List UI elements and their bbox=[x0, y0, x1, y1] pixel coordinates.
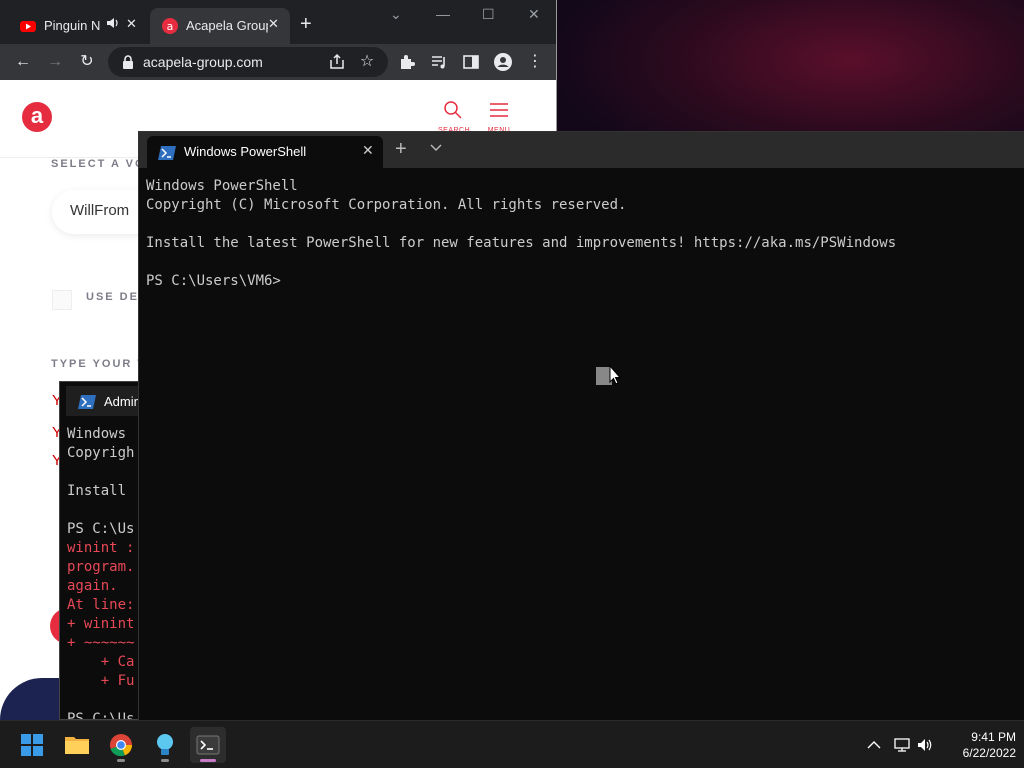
powershell-icon bbox=[158, 146, 176, 160]
clock-date: 6/22/2022 bbox=[962, 746, 1016, 760]
admin-terminal-line: program. bbox=[67, 559, 135, 575]
network-icon[interactable] bbox=[892, 735, 912, 755]
chevron-down-icon[interactable] bbox=[429, 141, 443, 155]
terminal-line: Windows PowerShell bbox=[146, 178, 298, 194]
extensions-icon[interactable] bbox=[396, 51, 418, 73]
terminal-line: Install the latest PowerShell for new fe… bbox=[146, 235, 897, 251]
new-tab-button[interactable]: + bbox=[300, 14, 312, 34]
terminal-line: PS C:\Users\VM6> bbox=[146, 273, 281, 289]
tab-search-icon[interactable]: ⌄ bbox=[390, 6, 402, 23]
select-voice-label: SELECT A VO bbox=[51, 158, 146, 170]
tab-title: Pinguin N bbox=[44, 18, 101, 33]
side-panel-icon[interactable] bbox=[460, 51, 482, 73]
speaker-icon[interactable] bbox=[106, 16, 120, 30]
system-clock[interactable]: 9:41 PM 6/22/2022 bbox=[936, 729, 1016, 761]
powershell-icon bbox=[78, 395, 96, 409]
tab-close-icon[interactable]: ✕ bbox=[126, 16, 137, 32]
header-menu-button[interactable]: MENU bbox=[484, 100, 514, 134]
admin-terminal-line: Windows bbox=[67, 426, 135, 442]
acapela-logo[interactable]: a bbox=[22, 102, 52, 132]
header-search-button[interactable]: SEARCH bbox=[438, 100, 470, 134]
admin-terminal-line: winint : bbox=[67, 540, 135, 556]
terminal-output[interactable]: Windows PowerShell Copyright (C) Microsof… bbox=[146, 177, 896, 291]
running-indicator bbox=[200, 759, 216, 762]
terminal-icon bbox=[196, 735, 220, 755]
tab-close-icon[interactable]: ✕ bbox=[362, 142, 374, 159]
chrome-icon bbox=[110, 734, 133, 757]
admin-terminal-line: At line: bbox=[67, 597, 135, 613]
forward-icon[interactable]: → bbox=[44, 51, 66, 73]
close-button[interactable]: ✕ bbox=[528, 6, 540, 23]
terminal-tab-bar: Windows PowerShell ✕ + bbox=[139, 132, 1024, 168]
admin-terminal-line: again. bbox=[67, 578, 118, 594]
bookmark-star-icon[interactable]: ☆ bbox=[356, 51, 378, 73]
maximize-button[interactable]: ☐ bbox=[482, 6, 495, 23]
admin-terminal-line: + Fu bbox=[67, 673, 135, 689]
acapela-icon: a bbox=[162, 18, 178, 34]
mouse-cursor-icon bbox=[596, 365, 622, 385]
profile-icon[interactable] bbox=[492, 51, 514, 73]
admin-terminal-line: PS C:\Us bbox=[67, 711, 135, 720]
admin-terminal-line bbox=[67, 463, 134, 482]
svg-text:a: a bbox=[167, 20, 174, 33]
media-control-icon[interactable] bbox=[428, 51, 450, 73]
reload-icon[interactable]: ↻ bbox=[76, 51, 98, 73]
tab-youtube[interactable]: Pinguin N ✕ bbox=[8, 8, 148, 44]
taskbar: 9:41 PM 6/22/2022 bbox=[0, 720, 1024, 768]
start-button[interactable] bbox=[14, 727, 50, 763]
use-default-checkbox[interactable] bbox=[52, 290, 72, 310]
more-menu-icon[interactable]: ⋮ bbox=[524, 51, 546, 73]
chrome-toolbar: ← → ↻ acapela-group.com ☆ ⋮ bbox=[0, 44, 556, 80]
running-indicator bbox=[117, 759, 125, 762]
new-terminal-tab-button[interactable]: + bbox=[395, 139, 407, 159]
chrome-taskbar-button[interactable] bbox=[103, 727, 139, 763]
admin-tab-title: Admin bbox=[104, 394, 141, 409]
admin-terminal-line: + ~~~~~~ bbox=[67, 635, 135, 651]
admin-terminal-line: + Ca bbox=[67, 654, 135, 670]
powershell-window: Windows PowerShell ✕ + Windows PowerShel… bbox=[138, 131, 1024, 720]
url-text: acapela-group.com bbox=[143, 54, 263, 70]
volume-icon[interactable] bbox=[916, 735, 936, 755]
terminal-tab-title: Windows PowerShell bbox=[184, 144, 307, 159]
admin-terminal-output[interactable]: Windows Copyrigh Install PS C:\Us winint :… bbox=[67, 425, 135, 720]
clock-time: 9:41 PM bbox=[971, 730, 1016, 744]
admin-terminal-line bbox=[67, 501, 134, 520]
admin-terminal-line: + winint bbox=[67, 616, 135, 632]
running-indicator bbox=[161, 759, 169, 762]
tips-lightbulb-icon bbox=[157, 734, 173, 755]
tips-button[interactable] bbox=[147, 727, 183, 763]
back-icon[interactable]: ← bbox=[12, 51, 34, 73]
search-icon bbox=[444, 101, 462, 119]
tab-title: Acapela Group bbox=[186, 18, 268, 33]
admin-terminal-line: Copyrigh bbox=[67, 445, 135, 461]
file-explorer-icon bbox=[65, 737, 89, 754]
lock-icon[interactable] bbox=[120, 54, 136, 70]
terminal-line: Copyright (C) Microsoft Corporation. All… bbox=[146, 197, 627, 213]
chrome-tab-bar: Pinguin N ✕ a Acapela Group ✕ + ⌄ — ☐ ✕ bbox=[0, 0, 556, 44]
admin-terminal-line: Install bbox=[67, 483, 135, 499]
type-text-label: TYPE YOUR T bbox=[51, 358, 147, 370]
minimize-button[interactable]: — bbox=[436, 6, 450, 22]
terminal-tab[interactable]: Windows PowerShell ✕ bbox=[147, 136, 383, 168]
youtube-icon bbox=[20, 21, 36, 32]
hamburger-menu-icon bbox=[490, 103, 508, 117]
terminal-taskbar-button[interactable] bbox=[190, 727, 226, 763]
file-explorer-button[interactable] bbox=[59, 727, 95, 763]
chevron-up-icon[interactable] bbox=[864, 735, 884, 755]
windows-start-icon bbox=[21, 734, 43, 756]
admin-terminal-line: PS C:\Us bbox=[67, 521, 135, 537]
voice-select-value: WillFrom bbox=[70, 202, 130, 219]
admin-terminal-line bbox=[67, 691, 134, 710]
tab-close-icon[interactable]: ✕ bbox=[268, 16, 279, 32]
share-icon[interactable] bbox=[326, 51, 348, 73]
tab-acapela[interactable]: a Acapela Group ✕ bbox=[150, 8, 290, 44]
